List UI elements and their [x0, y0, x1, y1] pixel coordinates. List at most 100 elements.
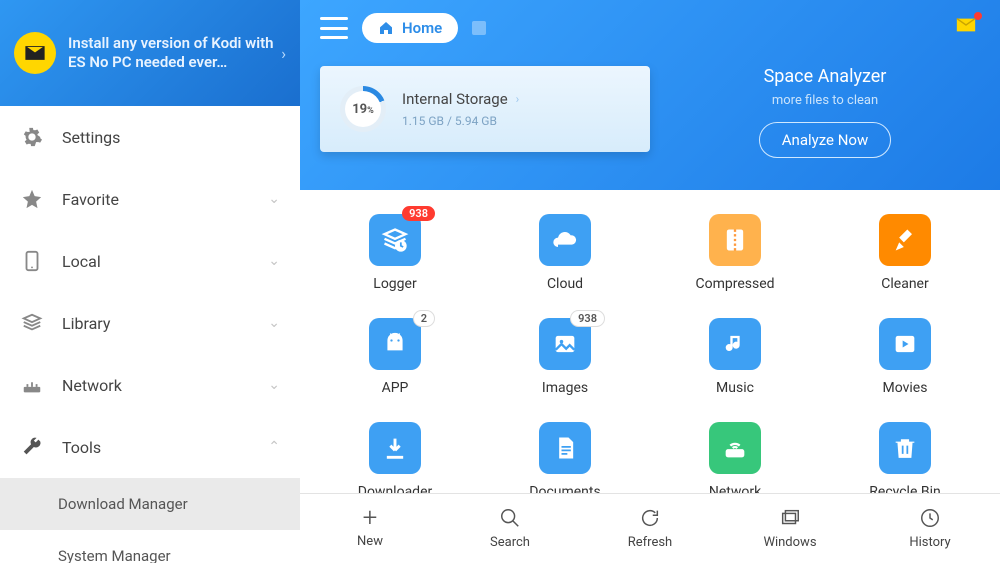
sidebar-item-local[interactable]: Local ⌄: [0, 230, 300, 292]
tile-label: Recycle Bin: [869, 484, 940, 493]
sidebar: Install any version of Kodi with ES No P…: [0, 0, 300, 563]
header-body: 19% Internal Storage › 1.15 GB / 5.94 GB…: [320, 56, 980, 158]
bottom-label: Windows: [763, 535, 816, 550]
tile-label: APP: [382, 380, 409, 396]
chevron-up-icon: ⌃: [268, 439, 280, 455]
promo-text: Install any version of Kodi with ES No P…: [68, 34, 286, 73]
chevron-right-icon: ›: [281, 44, 286, 63]
sidebar-item-label: Library: [62, 314, 110, 333]
tab-home[interactable]: Home: [362, 13, 458, 43]
topbar: Home: [320, 0, 980, 56]
tile-recycle-bin[interactable]: Recycle Bin: [820, 422, 990, 493]
tile-label: Cloud: [547, 276, 583, 292]
promo-banner[interactable]: Install any version of Kodi with ES No P…: [0, 0, 300, 106]
tile-logger[interactable]: 938 Logger: [310, 214, 480, 292]
badge: 2: [413, 310, 435, 327]
sidebar-sub-download-manager[interactable]: Download Manager: [0, 478, 300, 530]
sidebar-item-label: Network: [62, 376, 122, 395]
bottom-windows[interactable]: Windows: [720, 494, 860, 563]
tile-downloader[interactable]: Downloader: [310, 422, 480, 493]
tile-music[interactable]: Music: [650, 318, 820, 396]
tile-app[interactable]: 2 APP: [310, 318, 480, 396]
star-icon: [20, 187, 44, 211]
plus-icon: +: [363, 508, 378, 528]
tab-placeholder: [472, 21, 486, 35]
tile-images[interactable]: 938 Images: [480, 318, 650, 396]
bottom-label: New: [357, 534, 383, 549]
sidebar-item-tools[interactable]: Tools ⌃: [0, 416, 300, 478]
main: Home 19% Internal Storage ›: [300, 0, 1000, 563]
sidebar-sub-system-manager[interactable]: System Manager: [0, 530, 300, 563]
download-icon: [369, 422, 421, 474]
space-analyzer: Space Analyzer more files to clean Analy…: [670, 66, 980, 158]
grid-area: 938 Logger Cloud Compressed Cleaner 2 APP 938 Im…: [300, 190, 1000, 493]
sidebar-item-library[interactable]: Library ⌄: [0, 292, 300, 354]
bottom-label: Search: [490, 535, 530, 550]
storage-percent: 19%: [352, 102, 374, 117]
gear-icon: [20, 125, 44, 149]
android-icon: 2: [369, 318, 421, 370]
tile-label: Compressed: [695, 276, 774, 292]
router-icon: [20, 373, 44, 397]
bottom-search[interactable]: Search: [440, 494, 580, 563]
analyzer-title: Space Analyzer: [764, 66, 887, 87]
bottom-new[interactable]: + New: [300, 494, 440, 563]
tab-home-label: Home: [402, 19, 442, 37]
wrench-icon: [20, 435, 44, 459]
storage-subtitle: 1.15 GB / 5.94 GB: [402, 114, 519, 128]
search-icon: [499, 507, 521, 529]
app-root: Install any version of Kodi with ES No P…: [0, 0, 1000, 563]
notifications-button[interactable]: [952, 14, 980, 42]
tile-label: Music: [716, 380, 754, 396]
sidebar-item-label: Local: [62, 252, 101, 271]
sidebar-sub-label: System Manager: [58, 547, 171, 563]
sidebar-item-label: Tools: [62, 438, 101, 457]
sidebar-sub-label: Download Manager: [58, 495, 188, 513]
trash-icon: [879, 422, 931, 474]
tile-label: Downloader: [358, 484, 433, 493]
chevron-down-icon: ⌄: [268, 377, 280, 393]
storage-info: Internal Storage › 1.15 GB / 5.94 GB: [402, 90, 519, 128]
image-icon: 938: [539, 318, 591, 370]
mail-icon: [14, 32, 56, 74]
bottom-label: History: [909, 535, 950, 550]
broom-icon: [879, 214, 931, 266]
analyze-now-button[interactable]: Analyze Now: [759, 122, 892, 158]
storage-ring: 19%: [340, 86, 386, 132]
net-share-icon: [709, 422, 761, 474]
tile-label: Cleaner: [881, 276, 928, 292]
storage-card[interactable]: 19% Internal Storage › 1.15 GB / 5.94 GB: [320, 66, 650, 152]
stack-clock-icon: 938: [369, 214, 421, 266]
chevron-down-icon: ⌄: [268, 253, 280, 269]
sidebar-item-settings[interactable]: Settings: [0, 106, 300, 168]
doc-icon: [539, 422, 591, 474]
sidebar-item-label: Favorite: [62, 190, 119, 209]
category-grid: 938 Logger Cloud Compressed Cleaner 2 APP 938 Im…: [310, 214, 990, 493]
tile-movies[interactable]: Movies: [820, 318, 990, 396]
chevron-down-icon: ⌄: [268, 315, 280, 331]
tile-compressed[interactable]: Compressed: [650, 214, 820, 292]
zip-icon: [709, 214, 761, 266]
refresh-icon: [639, 507, 661, 529]
tile-documents[interactable]: Documents: [480, 422, 650, 493]
tile-network[interactable]: Network: [650, 422, 820, 493]
bottom-label: Refresh: [628, 535, 672, 550]
tile-cloud[interactable]: Cloud: [480, 214, 650, 292]
clock-icon: [919, 507, 941, 529]
home-icon: [378, 20, 394, 36]
tile-label: Logger: [373, 276, 416, 292]
chevron-right-icon: ›: [516, 92, 520, 106]
menu-button[interactable]: [320, 17, 348, 39]
bottom-refresh[interactable]: Refresh: [580, 494, 720, 563]
tile-cleaner[interactable]: Cleaner: [820, 214, 990, 292]
tile-label: Movies: [883, 380, 928, 396]
sidebar-item-network[interactable]: Network ⌄: [0, 354, 300, 416]
bottom-bar: + New Search Refresh Windows History: [300, 493, 1000, 563]
chevron-down-icon: ⌄: [268, 191, 280, 207]
bottom-history[interactable]: History: [860, 494, 1000, 563]
storage-title: Internal Storage: [402, 90, 508, 108]
tile-label: Network: [709, 484, 761, 493]
tile-label: Images: [542, 380, 588, 396]
music-icon: [709, 318, 761, 370]
sidebar-item-favorite[interactable]: Favorite ⌄: [0, 168, 300, 230]
